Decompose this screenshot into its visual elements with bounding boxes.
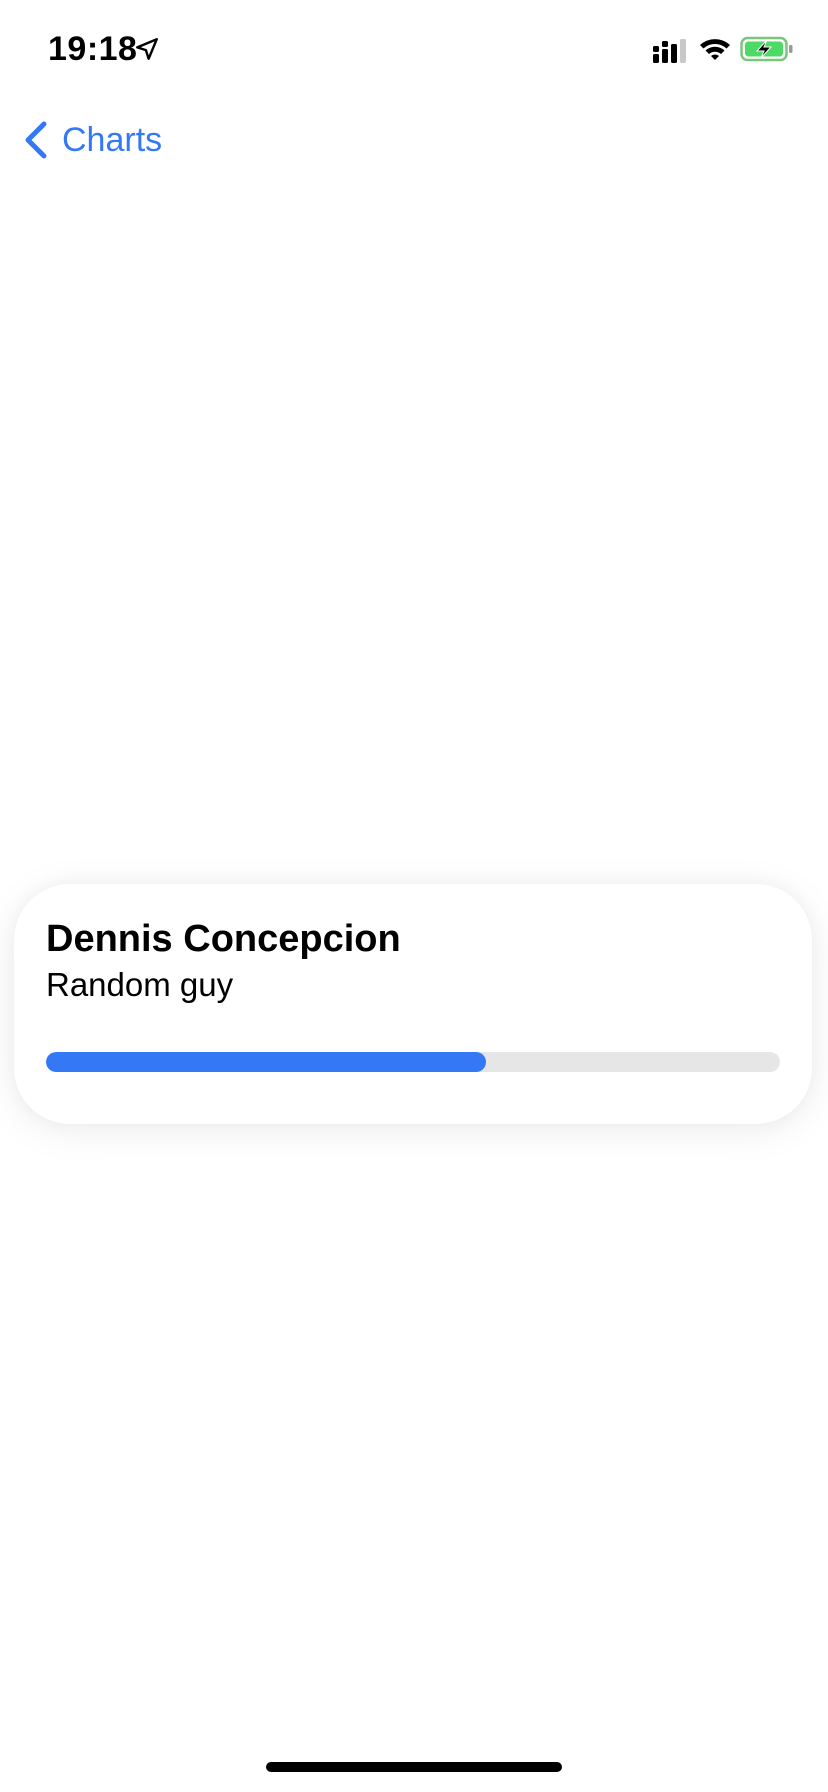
card-subtitle: Random guy bbox=[46, 966, 234, 1003]
profile-card: Dennis Concepcion Random guy bbox=[14, 884, 812, 1124]
chevron-left-icon bbox=[25, 121, 47, 159]
back-button[interactable]: Charts bbox=[22, 116, 162, 164]
status-bar: 19:18 bbox=[0, 0, 828, 100]
cellular-signal-icon bbox=[653, 39, 686, 63]
progress-bar bbox=[46, 1052, 780, 1072]
screen: 19:18 Charts Dennis Concepcion Random gu… bbox=[0, 0, 828, 1792]
back-button-label: Charts bbox=[62, 120, 163, 159]
wifi-icon bbox=[700, 39, 730, 60]
card-title: Dennis Concepcion bbox=[46, 918, 401, 960]
progress-fill bbox=[46, 1052, 487, 1072]
location-arrow-icon bbox=[136, 38, 158, 60]
battery-charging-icon bbox=[740, 36, 793, 62]
home-indicator[interactable] bbox=[266, 1762, 562, 1772]
status-time: 19:18 bbox=[48, 30, 138, 68]
